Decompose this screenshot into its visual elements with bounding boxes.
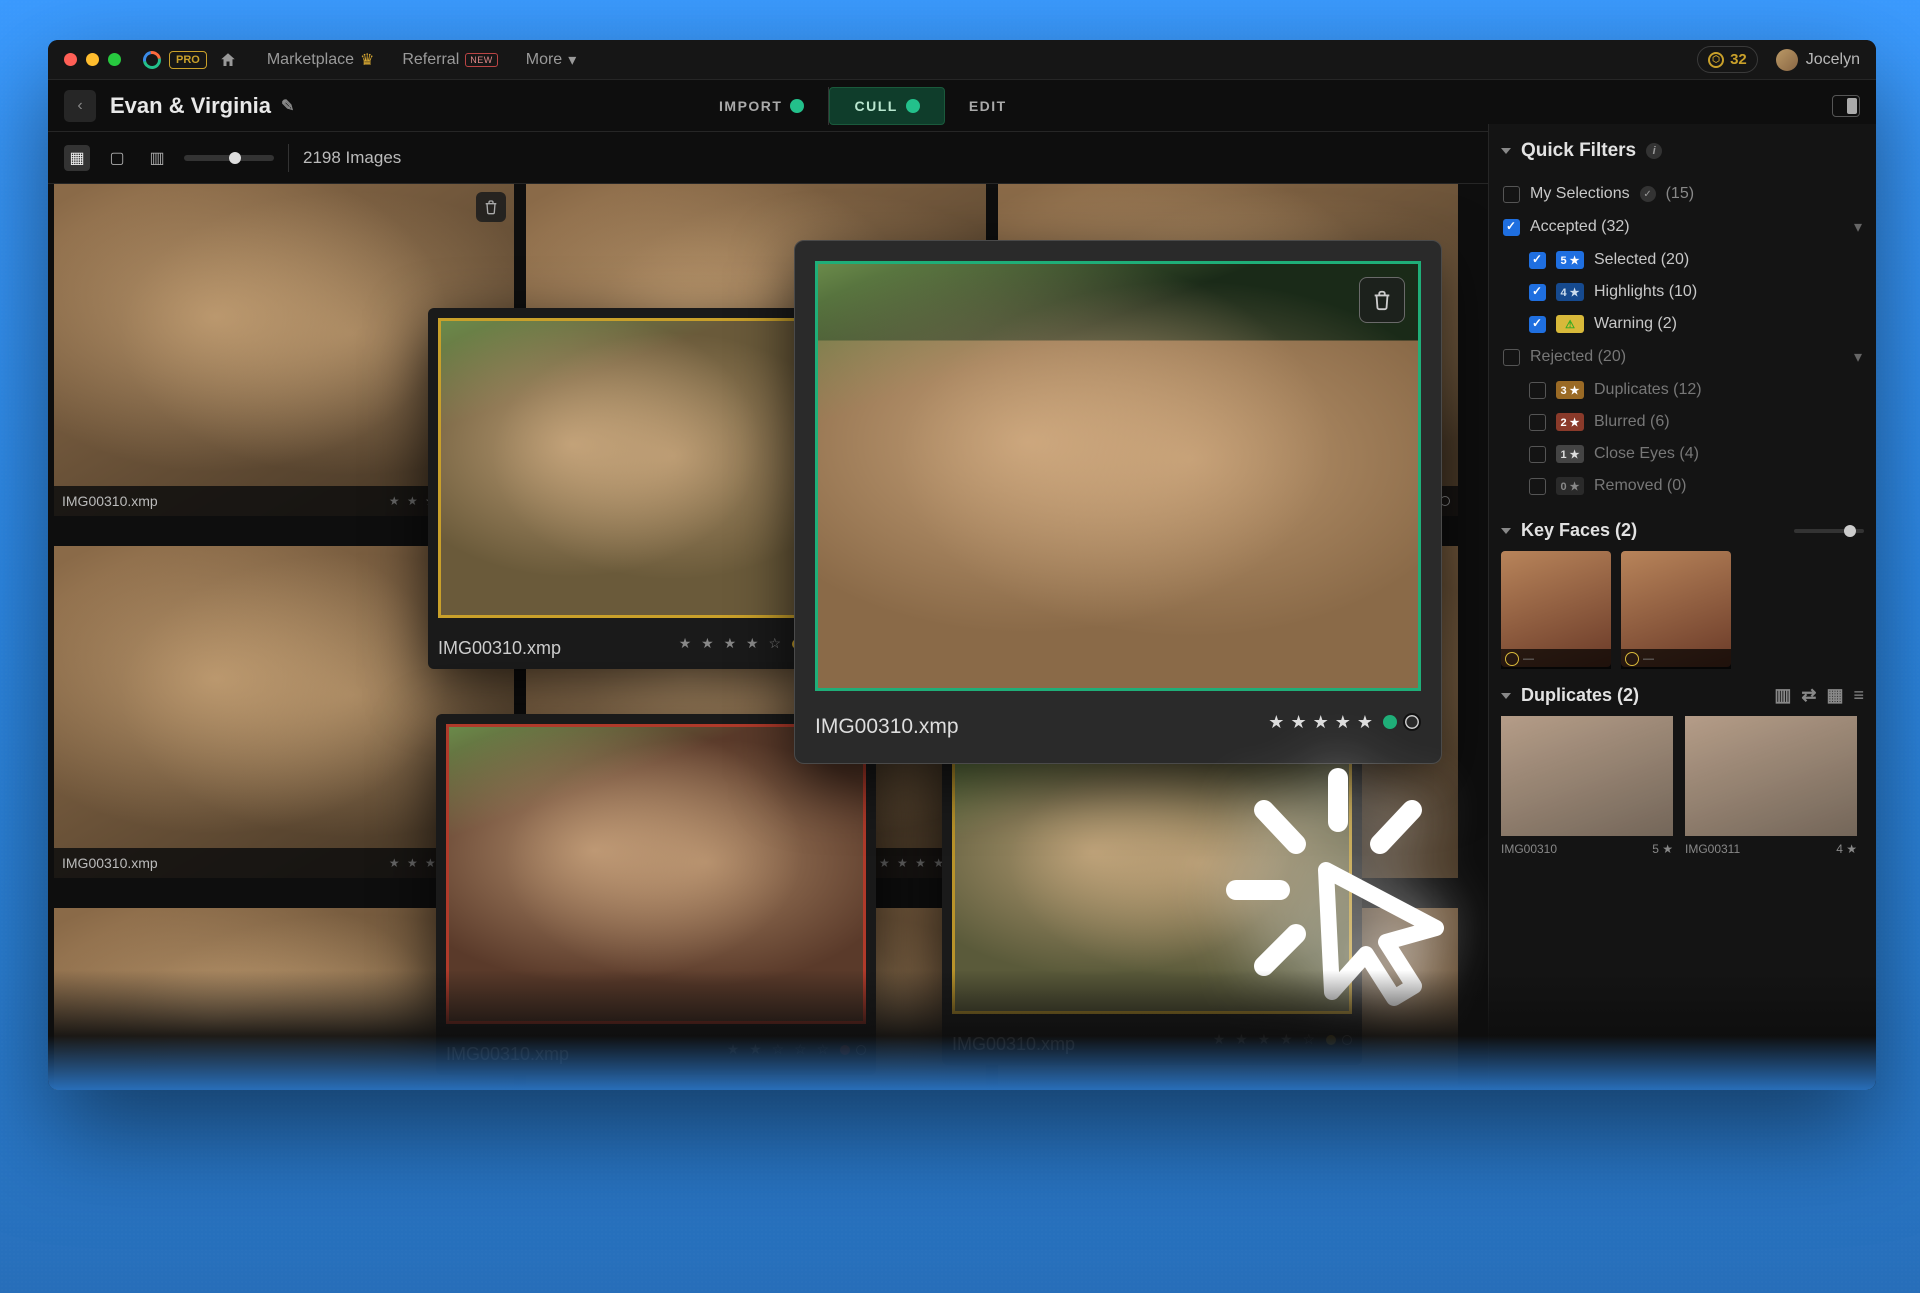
user-menu[interactable]: Jocelyn (1776, 49, 1860, 71)
list-icon[interactable]: ≡ (1853, 685, 1864, 706)
check-icon (906, 99, 920, 113)
rating-badge: 0 ★ (1556, 477, 1584, 495)
compare-view-icon[interactable]: ▥ (144, 145, 170, 171)
star-rating[interactable]: ★★★★★ (1268, 712, 1373, 733)
duplicate-thumbnail[interactable]: IMG003105 ★ (1501, 716, 1673, 856)
section-title: Duplicates (2) (1521, 685, 1639, 706)
edit-icon[interactable]: ✎ (281, 96, 294, 116)
key-faces: — — (1501, 551, 1864, 667)
project-title: Evan & Virginia✎ (110, 93, 294, 119)
nav-label: More (526, 51, 562, 69)
crown-icon: ♛ (360, 50, 374, 70)
filter-warning[interactable]: ⚠Warning (2) (1501, 308, 1864, 340)
grid-icon[interactable]: ▦ (1826, 685, 1843, 706)
filename: IMG00310.xmp (62, 855, 158, 871)
app-logo-icon (141, 49, 163, 71)
username: Jocelyn (1806, 51, 1860, 69)
zoom-slider[interactable] (184, 155, 274, 161)
nav-marketplace[interactable]: Marketplace ♛ (267, 50, 375, 70)
rating-badge: 1 ★ (1556, 445, 1584, 463)
duplicate-thumbnail[interactable]: IMG003114 ★ (1685, 716, 1857, 856)
filter-rejected[interactable]: Rejected (20)▾ (1501, 340, 1864, 374)
check-icon (790, 99, 804, 113)
floating-card-yellow[interactable]: IMG00310.xmp★ ★ ★ ★ ☆ (428, 308, 828, 669)
duplicate-tools: ▥ ⇄ ▦ ≡ (1774, 685, 1864, 706)
filter-duplicates[interactable]: 3 ★Duplicates (12) (1501, 374, 1864, 406)
panel-toggle-icon[interactable] (1832, 95, 1860, 117)
filename: IMG00310.xmp (952, 1024, 1075, 1055)
nav-label: Marketplace (267, 51, 354, 69)
filename: IMG00310.xmp (815, 705, 959, 739)
section-title: Key Faces (2) (1521, 520, 1637, 541)
window-controls[interactable] (64, 53, 121, 66)
grid-view-icon[interactable]: ▦ (64, 145, 90, 171)
face-thumbnail[interactable]: — (1621, 551, 1731, 667)
filter-close-eyes[interactable]: 1 ★Close Eyes (4) (1501, 438, 1864, 470)
color-tag-empty[interactable] (1403, 713, 1421, 731)
filter-removed[interactable]: 0 ★Removed (0) (1501, 470, 1864, 502)
rating-badge: 4 ★ (1556, 283, 1584, 301)
rating-badge: 3 ★ (1556, 381, 1584, 399)
filename: IMG00310.xmp (438, 628, 561, 659)
rating-badge: 5 ★ (1556, 251, 1584, 269)
image-count: 2198 Images (303, 148, 401, 168)
filter-my-selections[interactable]: My Selections✓(15) (1501, 178, 1864, 210)
nav-label: Referral (402, 51, 459, 69)
trash-icon[interactable] (1359, 277, 1405, 323)
coin-balance[interactable]: ⬡ 32 (1697, 46, 1758, 73)
info-icon[interactable]: i (1646, 143, 1662, 159)
chevron-down-icon: ▾ (1854, 217, 1862, 237)
pro-badge: PRO (169, 51, 207, 69)
collapse-icon[interactable] (1501, 693, 1511, 699)
compare-icon[interactable]: ▥ (1774, 685, 1791, 706)
titlebar: PRO Marketplace ♛ Referral NEW More ▾ ⬡ 32 J… (48, 40, 1876, 80)
nav-more[interactable]: More ▾ (526, 50, 576, 70)
focus-card[interactable]: IMG00310.xmp ★★★★★ (794, 240, 1442, 764)
tab-import[interactable]: IMPORT (695, 87, 829, 125)
avatar (1776, 49, 1798, 71)
collapse-icon[interactable] (1501, 528, 1511, 534)
back-button[interactable]: ‹ (64, 90, 96, 122)
top-nav: Marketplace ♛ Referral NEW More ▾ (267, 50, 576, 70)
sidebar: Quick Filters i My Selections✓(15) Accept… (1488, 124, 1876, 1090)
filename: IMG00310.xmp (446, 1034, 569, 1065)
nav-referral[interactable]: Referral NEW (402, 51, 497, 69)
home-icon[interactable] (219, 51, 237, 69)
rating-badge: 2 ★ (1556, 413, 1584, 431)
sync-icon[interactable]: ⇄ (1801, 685, 1816, 706)
mode-tabs: IMPORT CULL EDIT (695, 87, 1031, 125)
filter-accepted[interactable]: Accepted (32)▾ (1501, 210, 1864, 244)
trash-icon[interactable] (476, 192, 506, 222)
single-view-icon[interactable]: ▢ (104, 145, 130, 171)
coin-count: 32 (1730, 51, 1747, 68)
warning-badge: ⚠ (1556, 315, 1584, 333)
face-size-slider[interactable] (1794, 529, 1864, 533)
chevron-down-icon: ▾ (1854, 347, 1862, 367)
floating-card-gold[interactable]: IMG00310.xmp★ ★ ★ ★ ☆ (942, 724, 1362, 1065)
floating-card-red[interactable]: IMG00310.xmp★ ★ ☆ ☆ ☆ (436, 714, 876, 1075)
new-badge: NEW (465, 53, 498, 67)
face-thumbnail[interactable]: — (1501, 551, 1611, 667)
app-window: PRO Marketplace ♛ Referral NEW More ▾ ⬡ 32 J… (48, 40, 1876, 1090)
filter-selected[interactable]: 5 ★Selected (20) (1501, 244, 1864, 276)
color-tag-green[interactable] (1383, 715, 1397, 729)
collapse-icon[interactable] (1501, 148, 1511, 154)
filename: IMG00310.xmp (62, 493, 158, 509)
section-title: Quick Filters (1521, 140, 1636, 162)
chevron-down-icon: ▾ (568, 50, 576, 70)
filter-highlights[interactable]: 4 ★Highlights (10) (1501, 276, 1864, 308)
image-grid: IMG00310.xmp★ ★ ★ ★ ★ IMG00310.xmp★ ★ ★ … (48, 184, 1488, 1090)
filter-blurred[interactable]: 2 ★Blurred (6) (1501, 406, 1864, 438)
coin-icon: ⬡ (1708, 52, 1724, 68)
tab-edit[interactable]: EDIT (945, 87, 1031, 125)
tab-cull[interactable]: CULL (829, 87, 944, 125)
